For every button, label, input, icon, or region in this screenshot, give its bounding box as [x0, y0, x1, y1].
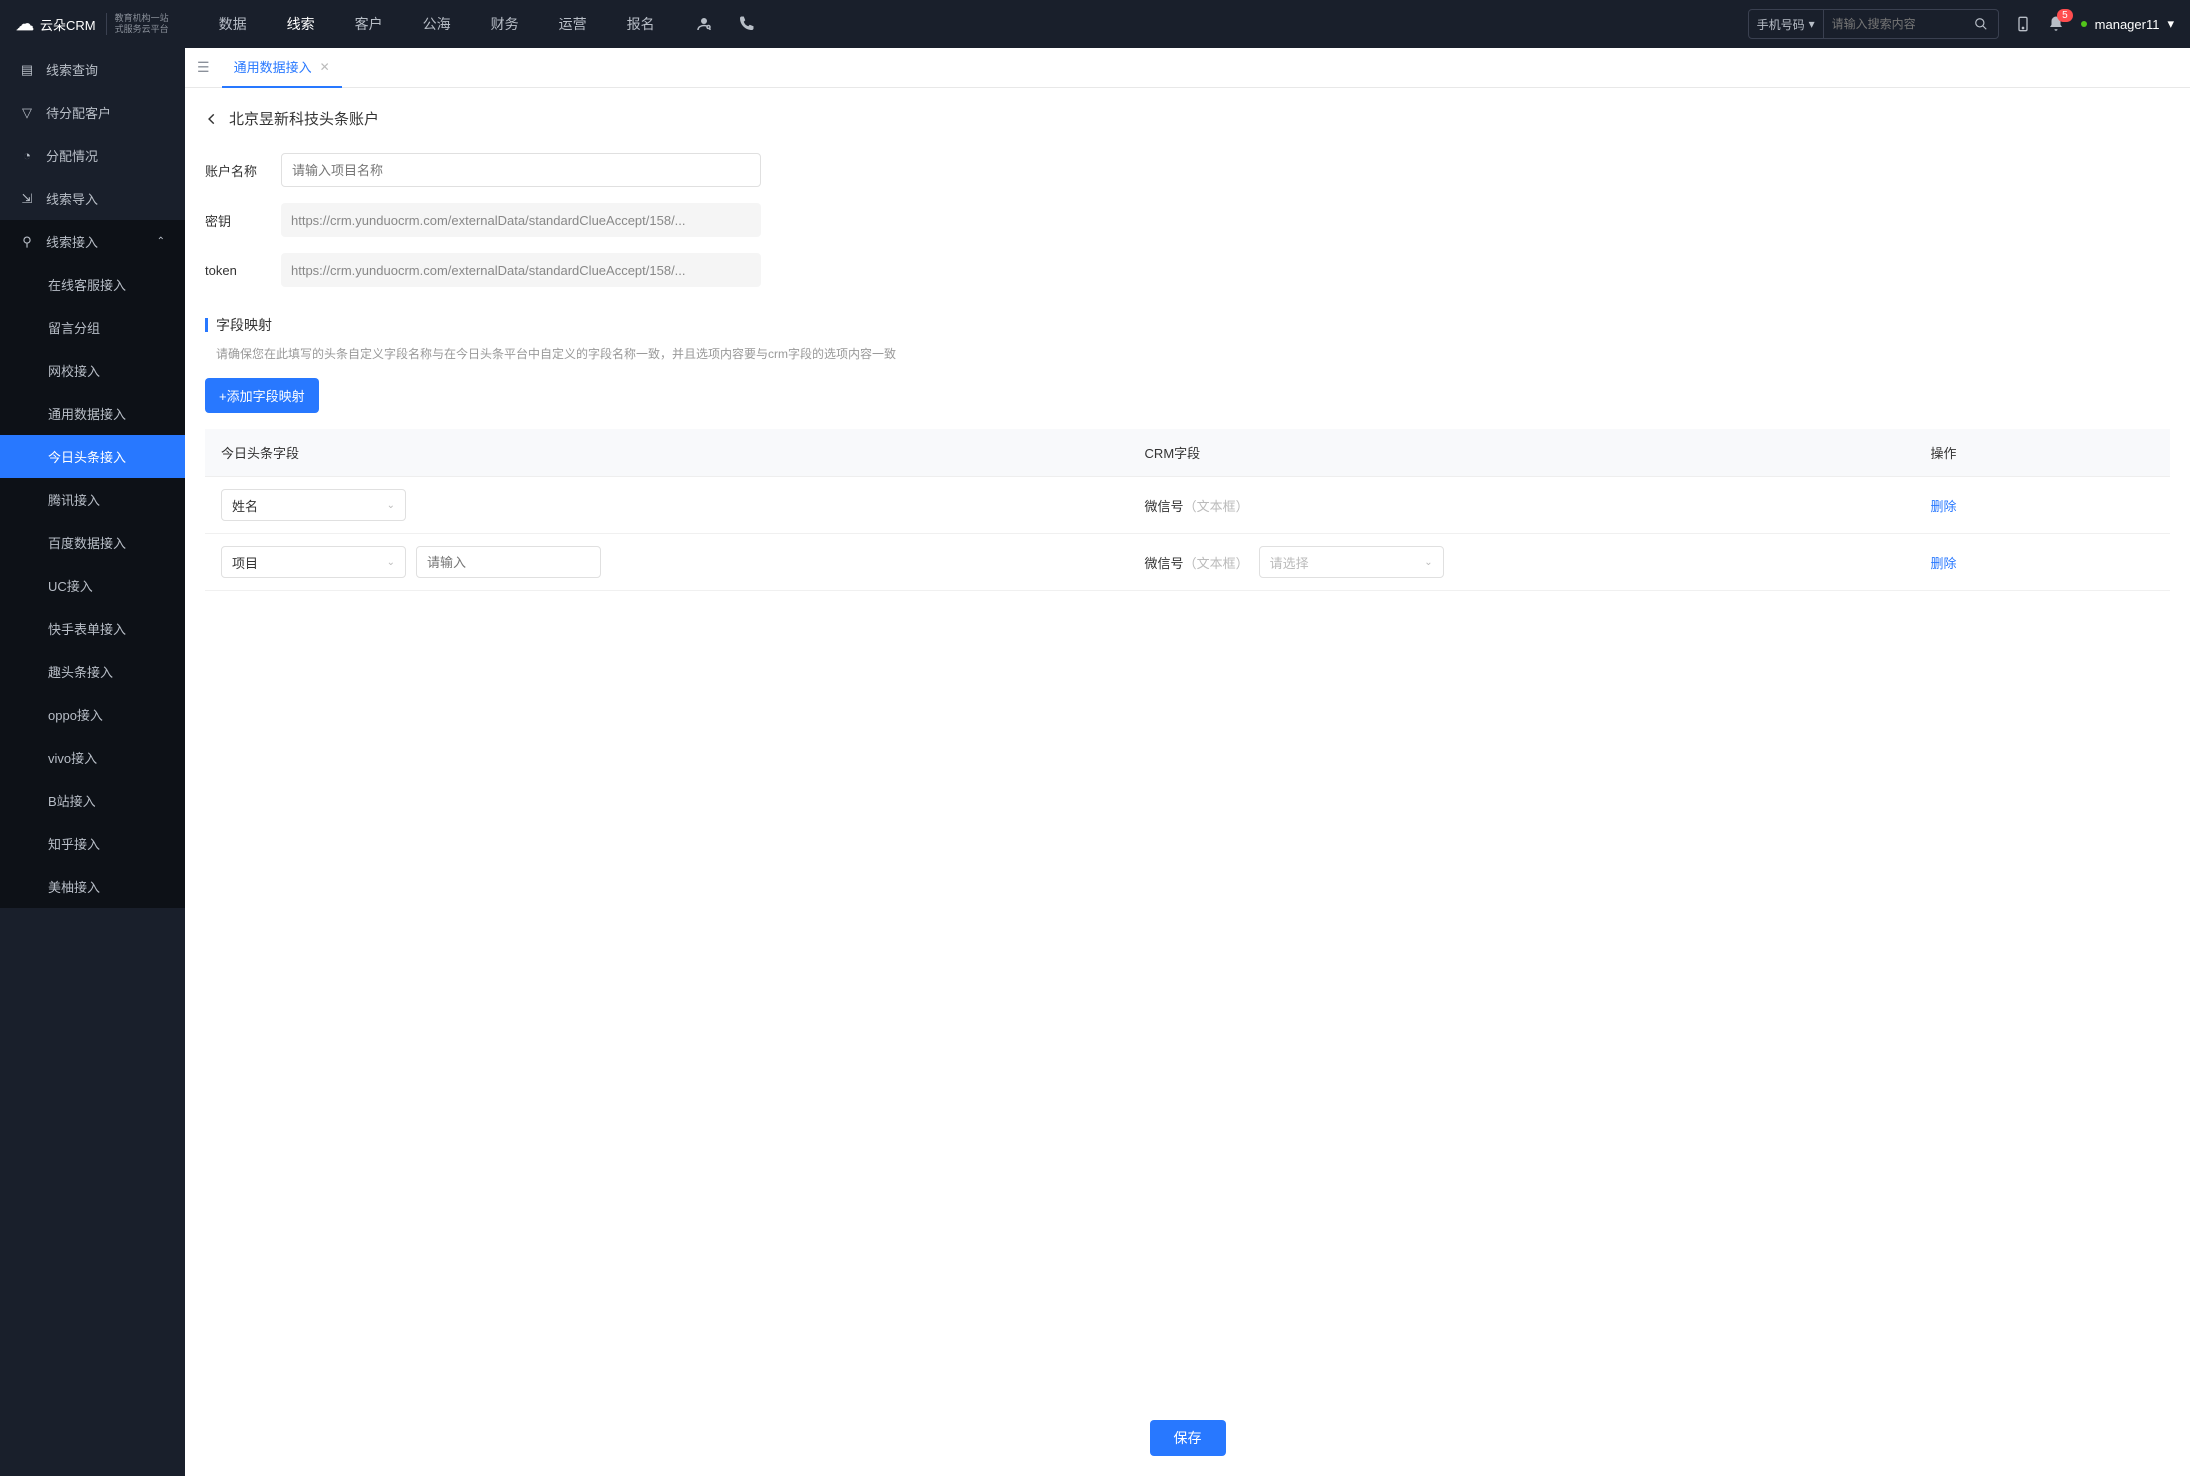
crm-field-hint: （文本框）: [1184, 556, 1249, 571]
sub-message-group[interactable]: 留言分组: [0, 306, 185, 349]
logo-text: 云朵CRM: [40, 15, 96, 34]
sidebar-item-clue-access[interactable]: ⚲ 线索接入 ⌃: [0, 220, 185, 263]
search-wrap: 手机号码 ▾: [1748, 9, 1999, 39]
sub-kuaishou[interactable]: 快手表单接入: [0, 607, 185, 650]
nav-data[interactable]: 数据: [219, 14, 247, 34]
chevron-down-icon: ▾: [2167, 16, 2174, 32]
form-row-name: 账户名称: [205, 153, 2170, 187]
secret-input[interactable]: [281, 203, 761, 237]
delete-button[interactable]: 删除: [1931, 496, 1957, 515]
table-row: 项目 ⌄ 微信号（文本框）: [205, 534, 2170, 591]
sub-oppo[interactable]: oppo接入: [0, 693, 185, 736]
section-header: 字段映射: [205, 315, 2170, 335]
section-description: 请确保您在此填写的头条自定义字段名称与在今日头条平台中自定义的字段名称一致，并且…: [205, 345, 2170, 362]
toutiao-field-select[interactable]: 项目 ⌄: [221, 546, 406, 578]
chevron-down-icon: ⌄: [387, 557, 395, 568]
search-type-select[interactable]: 手机号码 ▾: [1749, 10, 1824, 38]
notification-badge: 5: [2057, 9, 2073, 22]
nav-clues[interactable]: 线索: [287, 14, 315, 34]
username: manager11: [2095, 17, 2160, 32]
topnav: ☁ 云朵CRM 教育机构一站式服务云平台 数据 线索 客户 公海 财务 运营 报…: [0, 0, 2190, 48]
mobile-icon[interactable]: [2015, 14, 2031, 34]
toutiao-field-select[interactable]: 姓名 ⌄: [221, 489, 406, 521]
close-icon[interactable]: ✕: [320, 60, 330, 74]
name-input[interactable]: [281, 153, 761, 187]
search-button[interactable]: [1964, 17, 1998, 31]
save-button[interactable]: 保存: [1150, 1420, 1226, 1456]
filter-icon: ▽: [20, 105, 34, 121]
cloud-icon: ☁: [16, 14, 34, 35]
chevron-down-icon: ⌄: [1424, 557, 1432, 568]
token-input[interactable]: [281, 253, 761, 287]
phone-icon[interactable]: [737, 15, 755, 33]
content: 北京昱新科技头条账户 账户名称 密钥 token 字段映射: [185, 88, 2190, 1400]
col-crm-field: CRM字段: [1129, 429, 1915, 477]
chevron-down-icon: ⌄: [387, 500, 395, 511]
sidebar: ▤ 线索查询 ▽ 待分配客户 ◔ 分配情况 ⇲ 线索导入 ⚲ 线索接入 ⌃ 在线…: [0, 48, 185, 1476]
import-icon: ⇲: [20, 191, 34, 207]
nav-public[interactable]: 公海: [423, 14, 451, 34]
sidebar-item-clue-import[interactable]: ⇲ 线索导入: [0, 177, 185, 220]
topnav-menu: 数据 线索 客户 公海 财务 运营 报名: [219, 14, 655, 34]
logo-subtext: 教育机构一站式服务云平台: [106, 13, 169, 35]
crm-field-hint: （文本框）: [1184, 499, 1249, 514]
secret-label: 密钥: [205, 211, 265, 230]
sidebar-item-clue-search[interactable]: ▤ 线索查询: [0, 48, 185, 91]
sidebar-item-pending-customers[interactable]: ▽ 待分配客户: [0, 91, 185, 134]
delete-button[interactable]: 删除: [1931, 553, 1957, 572]
sub-qutoutiao[interactable]: 趣头条接入: [0, 650, 185, 693]
list-icon: ▤: [20, 62, 34, 78]
sub-meiyou[interactable]: 美柚接入: [0, 865, 185, 908]
sub-general-data[interactable]: 通用数据接入: [0, 392, 185, 435]
name-label: 账户名称: [205, 161, 265, 180]
crm-option-select[interactable]: 请选择 ⌄: [1259, 546, 1444, 578]
tab-general-data[interactable]: 通用数据接入 ✕: [222, 48, 342, 88]
footer: 保存: [185, 1400, 2190, 1476]
sidebar-submenu: 在线客服接入 留言分组 网校接入 通用数据接入 今日头条接入 腾讯接入 百度数据…: [0, 263, 185, 908]
sub-zhihu[interactable]: 知乎接入: [0, 822, 185, 865]
sub-toutiao[interactable]: 今日头条接入: [0, 435, 185, 478]
sub-vivo[interactable]: vivo接入: [0, 736, 185, 779]
form-row-secret: 密钥: [205, 203, 2170, 237]
nav-enroll[interactable]: 报名: [627, 14, 655, 34]
mapping-table: 今日头条字段 CRM字段 操作 姓名 ⌄: [205, 429, 2170, 591]
section-title: 字段映射: [216, 315, 272, 335]
sub-school-access[interactable]: 网校接入: [0, 349, 185, 392]
search-input[interactable]: [1824, 17, 1964, 31]
sub-online-service[interactable]: 在线客服接入: [0, 263, 185, 306]
user-plus-icon[interactable]: [695, 15, 713, 33]
nav-customers[interactable]: 客户: [355, 14, 383, 34]
status-dot-icon: [2081, 21, 2087, 27]
user-menu[interactable]: manager11 ▾: [2081, 16, 2174, 32]
sub-tencent[interactable]: 腾讯接入: [0, 478, 185, 521]
notification-bell[interactable]: 5: [2047, 15, 2065, 33]
table-row: 姓名 ⌄ 微信号（文本框） 删除: [205, 477, 2170, 534]
plug-icon: ⚲: [20, 234, 34, 250]
section-bar-icon: [205, 318, 208, 332]
crm-field-label: 微信号: [1145, 556, 1184, 571]
back-icon[interactable]: [205, 112, 219, 126]
nav-finance[interactable]: 财务: [491, 14, 519, 34]
col-action: 操作: [1915, 429, 2170, 477]
nav-operation[interactable]: 运营: [559, 14, 587, 34]
sub-uc[interactable]: UC接入: [0, 564, 185, 607]
sub-baidu[interactable]: 百度数据接入: [0, 521, 185, 564]
sub-bilibili[interactable]: B站接入: [0, 779, 185, 822]
chevron-down-icon: ▾: [1809, 17, 1815, 31]
col-toutiao-field: 今日头条字段: [205, 429, 1129, 477]
form-row-token: token: [205, 253, 2170, 287]
chevron-up-icon: ⌃: [157, 236, 165, 247]
tabs-bar: ☰ 通用数据接入 ✕: [185, 48, 2190, 88]
page-header: 北京昱新科技头条账户: [205, 108, 2170, 129]
toutiao-field-input[interactable]: [416, 546, 601, 578]
collapse-icon[interactable]: ☰: [197, 59, 210, 76]
chart-icon: ◔: [20, 148, 34, 163]
token-label: token: [205, 263, 265, 278]
logo[interactable]: ☁ 云朵CRM 教育机构一站式服务云平台: [16, 13, 169, 35]
main: ☰ 通用数据接入 ✕ 北京昱新科技头条账户 账户名称: [185, 48, 2190, 1476]
add-mapping-button[interactable]: +添加字段映射: [205, 378, 319, 413]
page-title: 北京昱新科技头条账户: [229, 108, 379, 129]
sidebar-item-distribution[interactable]: ◔ 分配情况: [0, 134, 185, 177]
crm-field-label: 微信号: [1145, 499, 1184, 514]
